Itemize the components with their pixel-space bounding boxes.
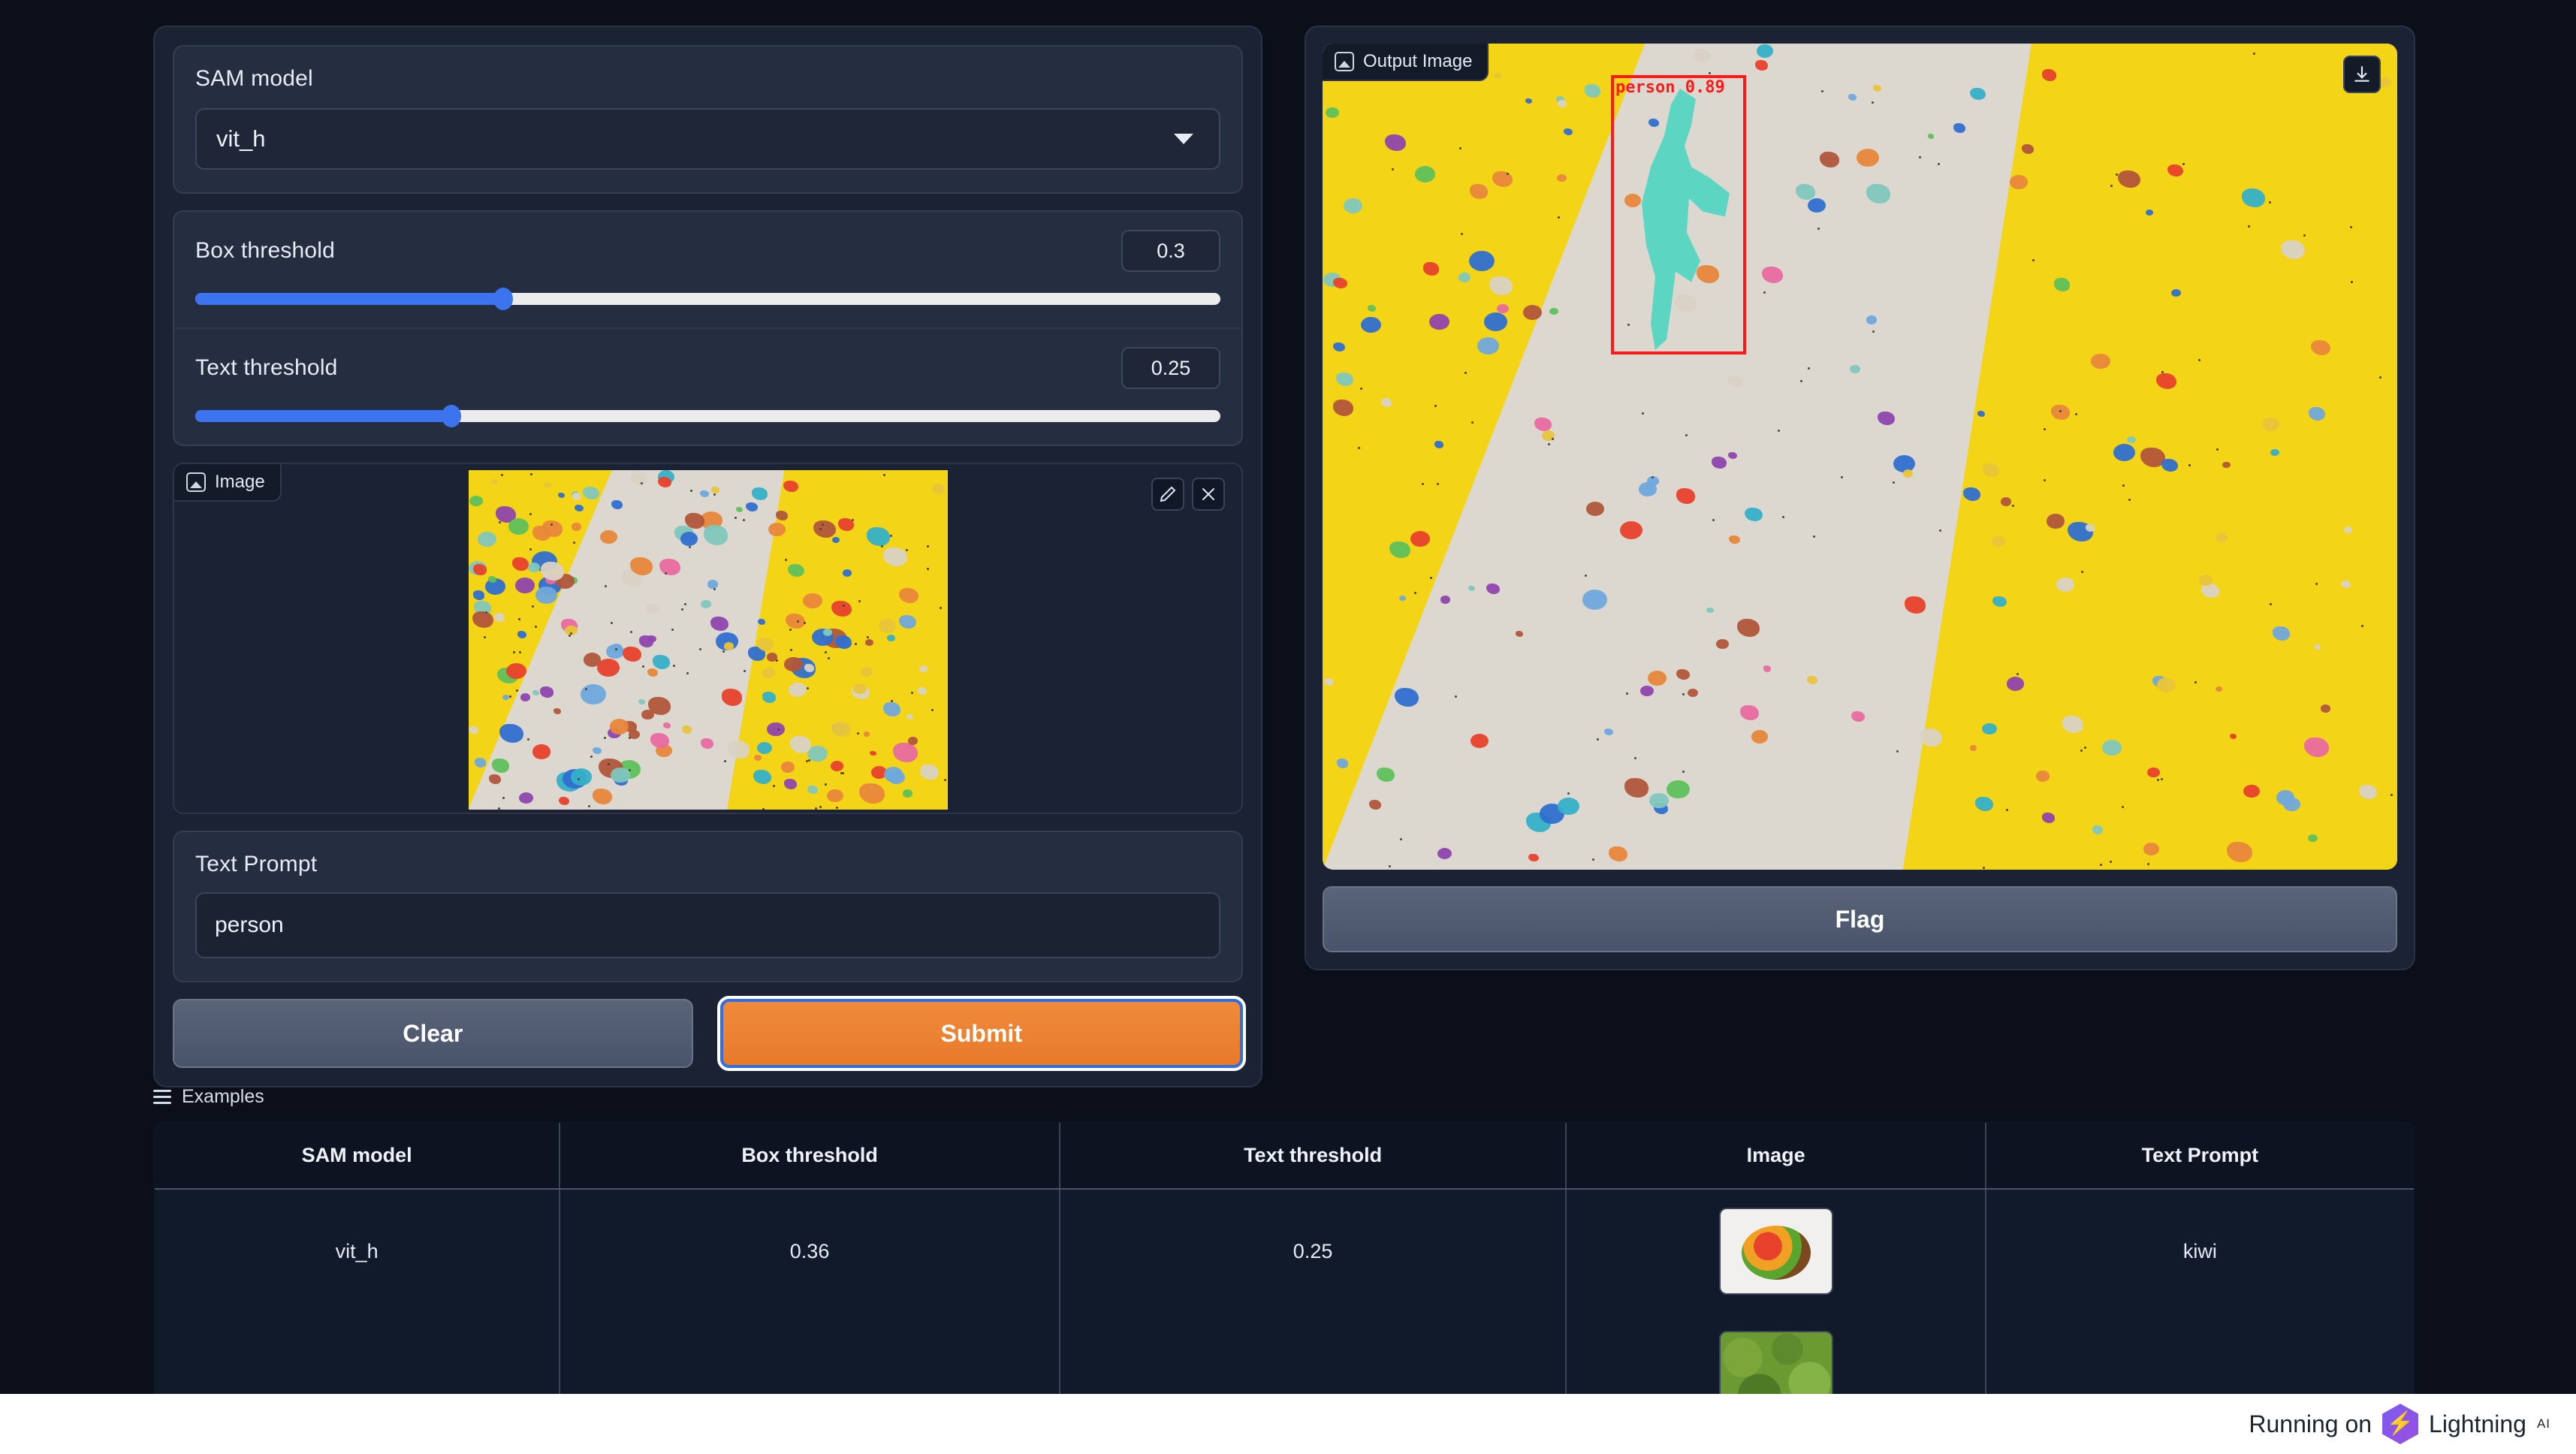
table-header-row: SAM model Box threshold Text threshold I… bbox=[154, 1122, 2415, 1189]
thresholds-group: Box threshold 0.3 Text threshold 0.25 bbox=[173, 210, 1243, 446]
input-image-badge: Image bbox=[174, 464, 282, 502]
input-image-preview bbox=[469, 470, 948, 810]
column-header-image: Image bbox=[1566, 1122, 1985, 1189]
download-icon[interactable] bbox=[2343, 56, 2381, 93]
text-prompt-group: Text Prompt person bbox=[173, 831, 1243, 982]
footer-running-on: Running on bbox=[2249, 1410, 2372, 1438]
gradio-app: SAM model vit_h Box threshold 0.3 bbox=[0, 0, 2576, 1454]
column-header-box-threshold: Box threshold bbox=[560, 1122, 1059, 1189]
text-threshold-label: Text threshold bbox=[195, 355, 338, 381]
input-image-toolbar bbox=[1151, 478, 1225, 511]
action-buttons: Clear Submit bbox=[173, 999, 1243, 1068]
footer-brand-sup: AI bbox=[2537, 1416, 2550, 1431]
output-image-badge-label: Output Image bbox=[1363, 51, 1472, 72]
output-column: Output Image person 0.89 Flag bbox=[1305, 26, 2415, 970]
cell-text-threshold: 0.25 bbox=[1060, 1189, 1567, 1313]
list-icon bbox=[153, 1090, 171, 1104]
box-threshold-label: Box threshold bbox=[195, 238, 335, 264]
examples-title: Examples bbox=[182, 1086, 264, 1108]
sam-model-dropdown[interactable]: vit_h bbox=[195, 108, 1220, 170]
chevron-down-icon bbox=[1174, 134, 1193, 144]
box-threshold-fill bbox=[195, 293, 503, 305]
fruit-bowl-thumbnail bbox=[1719, 1208, 1833, 1295]
text-threshold-thumb[interactable] bbox=[442, 405, 461, 427]
text-prompt-label: Text Prompt bbox=[195, 852, 1220, 877]
sam-model-group: SAM model vit_h bbox=[173, 45, 1243, 194]
text-prompt-value: person bbox=[215, 913, 284, 938]
clear-button[interactable]: Clear bbox=[173, 999, 693, 1068]
column-header-text-threshold: Text threshold bbox=[1060, 1122, 1567, 1189]
submit-button[interactable]: Submit bbox=[720, 999, 1244, 1068]
examples-table: SAM model Box threshold Text threshold I… bbox=[153, 1121, 2415, 1437]
cell-sam-model: vit_h bbox=[154, 1189, 560, 1313]
detection-bounding-box bbox=[1611, 75, 1746, 354]
box-threshold-slider-container: Box threshold 0.3 bbox=[174, 212, 1241, 327]
text-threshold-fill bbox=[195, 410, 451, 422]
sam-model-label: SAM model bbox=[195, 66, 1220, 92]
box-threshold-value[interactable]: 0.3 bbox=[1121, 230, 1220, 272]
input-image-badge-label: Image bbox=[215, 472, 265, 493]
output-image-badge: Output Image bbox=[1323, 44, 1489, 81]
close-icon[interactable] bbox=[1192, 478, 1225, 511]
table-row[interactable]: vit_h 0.36 0.25 kiwi bbox=[154, 1189, 2415, 1313]
text-prompt-input[interactable]: person bbox=[195, 892, 1220, 958]
text-threshold-value[interactable]: 0.25 bbox=[1121, 347, 1220, 389]
output-image-panel[interactable]: Output Image person 0.89 bbox=[1323, 44, 2397, 870]
examples-header: Examples bbox=[153, 1086, 2415, 1108]
column-header-sam-model: SAM model bbox=[154, 1122, 560, 1189]
cell-image bbox=[1566, 1189, 1985, 1313]
lightning-bolt-icon: ⚡ bbox=[2382, 1404, 2418, 1444]
image-icon bbox=[186, 472, 206, 492]
flag-button[interactable]: Flag bbox=[1323, 886, 2397, 952]
text-threshold-slider-container: Text threshold 0.25 bbox=[174, 329, 1241, 445]
box-threshold-slider[interactable] bbox=[195, 293, 1220, 305]
cell-box-threshold: 0.36 bbox=[560, 1189, 1059, 1313]
input-image-panel[interactable]: Image bbox=[173, 463, 1243, 814]
column-header-text-prompt: Text Prompt bbox=[1986, 1122, 2415, 1189]
cell-text-prompt: kiwi bbox=[1986, 1189, 2415, 1313]
text-threshold-slider[interactable] bbox=[195, 410, 1220, 422]
examples-section: Examples SAM model Box threshold Text th… bbox=[153, 1086, 2415, 1437]
box-threshold-thumb[interactable] bbox=[493, 288, 513, 310]
footer-brand: Lightning bbox=[2429, 1410, 2526, 1438]
image-icon bbox=[1335, 52, 1354, 71]
sam-model-value: vit_h bbox=[216, 125, 265, 152]
footer: Running on ⚡ Lightning AI bbox=[0, 1394, 2576, 1454]
input-column: SAM model vit_h Box threshold 0.3 bbox=[153, 26, 1262, 1087]
pencil-icon[interactable] bbox=[1151, 478, 1184, 511]
